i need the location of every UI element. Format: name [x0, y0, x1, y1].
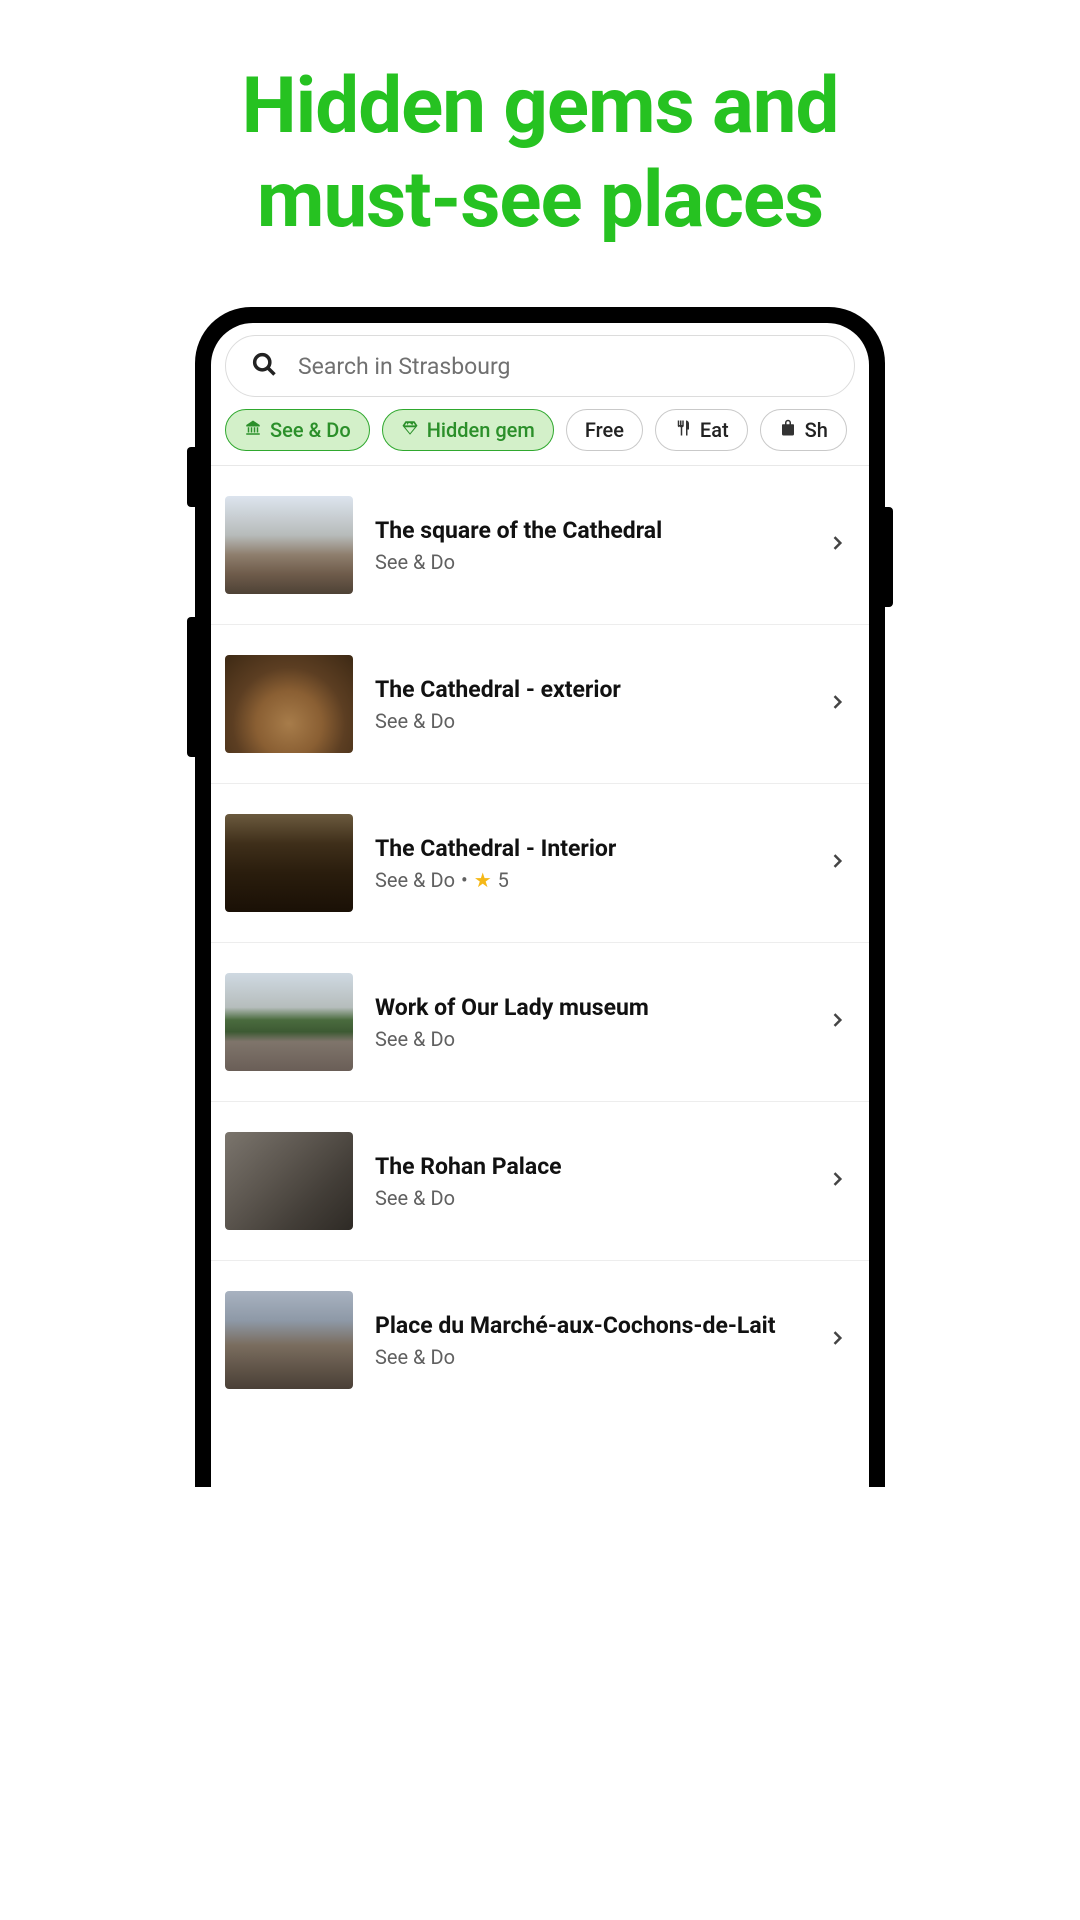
bag-icon [779, 418, 797, 442]
app-screen: Search in Strasbourg See & Do Hidden gem… [211, 323, 869, 1487]
item-body: The Rohan Palace See & Do [375, 1153, 805, 1210]
place-category: See & Do [375, 868, 455, 892]
item-body: Work of Our Lady museum See & Do [375, 994, 805, 1051]
item-body: Place du Marché-aux-Cochons-de-Lait See … [375, 1312, 805, 1369]
chip-label: Sh [805, 418, 828, 442]
chip-shop[interactable]: Sh [760, 409, 847, 451]
chevron-right-icon [827, 1328, 855, 1352]
place-category: See & Do [375, 1345, 805, 1369]
place-thumbnail [225, 1132, 353, 1230]
list-item[interactable]: The square of the Cathedral See & Do [211, 466, 869, 625]
places-list[interactable]: The square of the Cathedral See & Do The… [211, 466, 869, 1487]
place-thumbnail [225, 973, 353, 1071]
search-placeholder: Search in Strasbourg [298, 353, 510, 380]
chip-free[interactable]: Free [566, 409, 643, 451]
chevron-right-icon [827, 1010, 855, 1034]
list-item[interactable]: The Cathedral - exterior See & Do [211, 625, 869, 784]
list-item[interactable]: The Cathedral - Interior See & Do • ★ 5 [211, 784, 869, 943]
place-category: See & Do [375, 709, 805, 733]
search-icon [250, 350, 278, 382]
chevron-right-icon [827, 1169, 855, 1193]
place-title: The square of the Cathedral [375, 517, 805, 546]
place-subline: See & Do • ★ 5 [375, 868, 805, 892]
place-title: The Rohan Palace [375, 1153, 805, 1182]
item-body: The Cathedral - Interior See & Do • ★ 5 [375, 835, 805, 892]
hero-line2: must-see places [257, 155, 823, 246]
place-thumbnail [225, 496, 353, 594]
chip-eat[interactable]: Eat [655, 409, 748, 451]
hero-line1: Hidden gems and [242, 61, 839, 152]
chip-see-and-do[interactable]: See & Do [225, 409, 370, 451]
place-thumbnail [225, 655, 353, 753]
filter-chips: See & Do Hidden gem Free Eat [211, 405, 869, 466]
phone-frame: Search in Strasbourg See & Do Hidden gem… [195, 307, 885, 1487]
list-item[interactable]: Place du Marché-aux-Cochons-de-Lait See … [211, 1261, 869, 1419]
chevron-right-icon [827, 533, 855, 557]
chevron-right-icon [827, 692, 855, 716]
building-icon [244, 418, 262, 442]
list-item[interactable]: Work of Our Lady museum See & Do [211, 943, 869, 1102]
chip-label: Hidden gem [427, 418, 535, 442]
search-input[interactable]: Search in Strasbourg [225, 335, 855, 397]
gem-icon [401, 418, 419, 442]
hero-title: Hidden gems and must-see places [130, 0, 950, 307]
separator-dot: • [461, 868, 468, 892]
place-rating: 5 [498, 868, 509, 892]
chip-label: Free [585, 418, 624, 442]
place-title: Work of Our Lady museum [375, 994, 805, 1023]
chevron-right-icon [827, 851, 855, 875]
place-title: The Cathedral - exterior [375, 676, 805, 705]
place-category: See & Do [375, 550, 805, 574]
search-container: Search in Strasbourg [211, 323, 869, 405]
item-body: The Cathedral - exterior See & Do [375, 676, 805, 733]
place-category: See & Do [375, 1027, 805, 1051]
place-thumbnail [225, 1291, 353, 1389]
utensils-icon [674, 418, 692, 442]
chip-label: Eat [700, 418, 729, 442]
place-thumbnail [225, 814, 353, 912]
chip-hidden-gem[interactable]: Hidden gem [382, 409, 554, 451]
place-category: See & Do [375, 1186, 805, 1210]
place-title: The Cathedral - Interior [375, 835, 805, 864]
star-icon: ★ [474, 868, 492, 892]
list-item[interactable]: The Rohan Palace See & Do [211, 1102, 869, 1261]
chip-label: See & Do [270, 418, 351, 442]
place-title: Place du Marché-aux-Cochons-de-Lait [375, 1312, 805, 1341]
item-body: The square of the Cathedral See & Do [375, 517, 805, 574]
